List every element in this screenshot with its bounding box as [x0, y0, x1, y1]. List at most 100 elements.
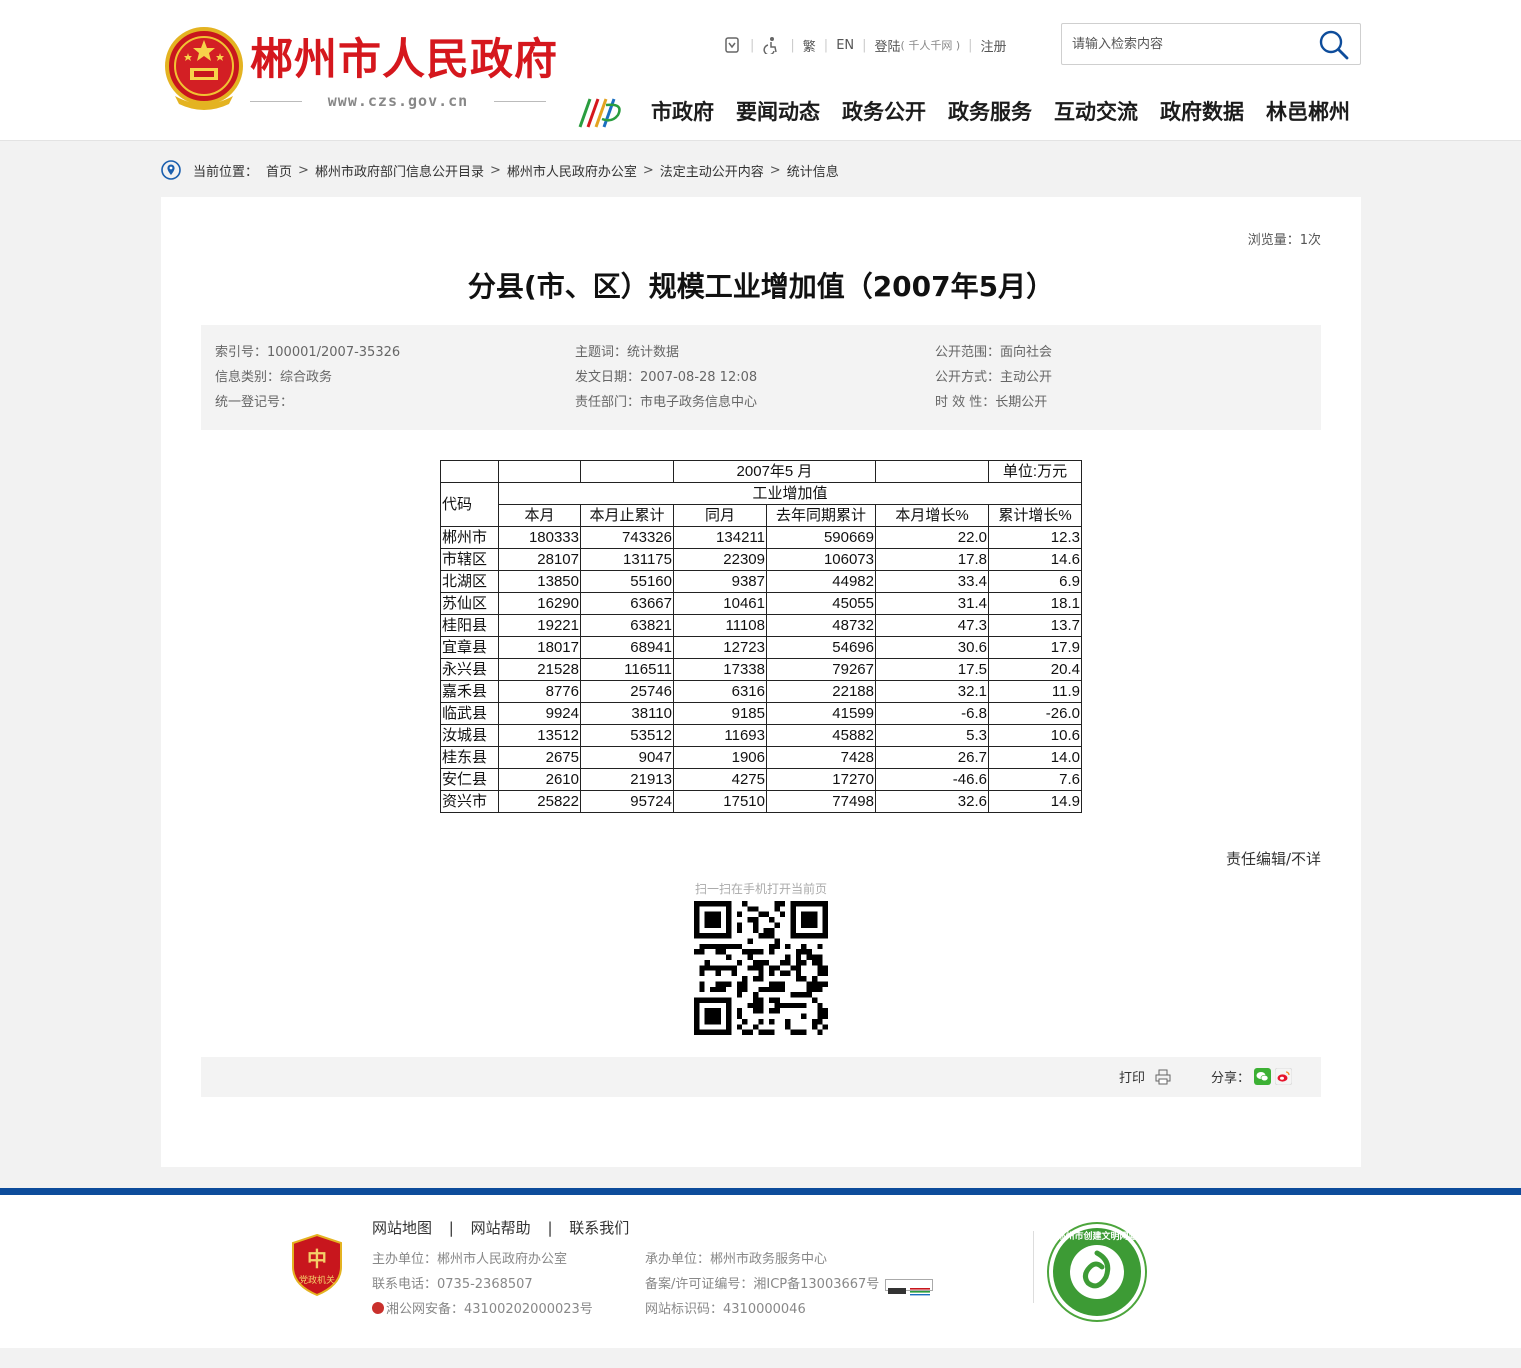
row-value: -46.6 [875, 768, 989, 791]
row-value: 743326 [580, 526, 674, 549]
row-value: 13850 [498, 570, 581, 593]
row-value: 13.7 [988, 614, 1082, 637]
code-header: 代码 [440, 482, 499, 527]
row-value: 16290 [498, 592, 581, 615]
row-value: 9047 [580, 746, 674, 769]
row-value: 8776 [498, 680, 581, 703]
unit-cell: 单位:万元 [988, 460, 1082, 483]
svg-text:中: 中 [307, 1247, 327, 1271]
row-value: 41599 [766, 702, 876, 725]
row-value: 26.7 [875, 746, 989, 769]
weibo-icon[interactable] [1275, 1068, 1293, 1085]
table-row: 永兴县 21528 116511 17338 79267 17.5 20.4 [440, 658, 1082, 681]
meta-dept: 责任部门：市电子政务信息中心 [575, 395, 758, 410]
contact-link[interactable]: 联系我们 [569, 1219, 629, 1237]
row-label: 汝城县 [440, 724, 499, 747]
row-value: 30.6 [875, 636, 989, 659]
site-header: 郴州市人民政府 www.czs.gov.cn | | 繁 | EN | 登陆 (… [0, 0, 1521, 141]
row-value: 45055 [766, 592, 876, 615]
register-link[interactable]: 注册 [981, 36, 1007, 55]
wechat-icon[interactable] [1254, 1068, 1272, 1085]
breadcrumb-catalog[interactable]: 郴州市政府部门信息公开目录 [315, 161, 484, 180]
column-header: 去年同期累计 [766, 504, 876, 527]
nav-item-interaction[interactable]: 互动交流 [1043, 96, 1149, 128]
meta-category: 信息类别：综合政务 [215, 370, 333, 385]
traditional-chinese-link[interactable]: 繁 [803, 36, 816, 55]
civilized-website-badge[interactable]: 郴州市创建文明网站 [1046, 1221, 1148, 1323]
sitemap-link[interactable]: 网站地图 [372, 1219, 432, 1237]
accessibility-icon[interactable] [762, 35, 782, 55]
national-emblem-logo[interactable] [163, 26, 245, 112]
row-value: -26.0 [988, 702, 1082, 725]
row-value: 9387 [673, 570, 767, 593]
table-row: 苏仙区 16290 63667 10461 45055 31.4 18.1 [440, 592, 1082, 615]
print-label: 打印 [1119, 1071, 1146, 1086]
scan-hint: 扫一扫在手机打开当前页 [694, 882, 827, 896]
breadcrumb: 当前位置： 首页 > 郴州市政府部门信息公开目录 > 郴州市人民政府办公室 > … [161, 158, 839, 182]
footer-links: 网站地图 | 网站帮助 | 联系我们 [372, 1219, 630, 1237]
table-row: 宜章县 18017 68941 12723 54696 30.6 17.9 [440, 636, 1082, 659]
nav-item-open-data[interactable]: 政府数据 [1149, 96, 1255, 128]
row-value: 21913 [580, 768, 674, 791]
row-value: 6.9 [988, 570, 1082, 593]
row-value: 12.3 [988, 526, 1082, 549]
main-nav: 市政府 要闻动态 政务公开 政务服务 互动交流 政府数据 林邑郴州 [640, 96, 1361, 128]
host-unit: 主办单位：郴州市人民政府办公室 [372, 1252, 568, 1267]
row-value: 11.9 [988, 680, 1082, 703]
meta-scope: 公开范围：面向社会 [935, 345, 1053, 360]
row-value: 13512 [498, 724, 581, 747]
row-label: 嘉禾县 [440, 680, 499, 703]
footer-col-left: 主办单位：郴州市人民政府办公室 联系电话：0735-2368507 湘公网安备：… [372, 1247, 593, 1322]
row-value: 28107 [498, 548, 581, 571]
row-value: 25822 [498, 790, 581, 813]
party-government-badge[interactable]: 中 党政机关 [289, 1233, 345, 1297]
nav-item-public-affairs[interactable]: 政务公开 [831, 96, 937, 128]
row-label: 郴州市 [440, 526, 499, 549]
breadcrumb-content[interactable]: 法定主动公开内容 [660, 161, 764, 180]
print-button[interactable]: 打印 [1119, 1067, 1171, 1086]
search-input[interactable] [1072, 33, 1312, 55]
period-cell: 2007年5 月 [673, 460, 876, 483]
help-link[interactable]: 网站帮助 [471, 1219, 531, 1237]
row-value: 180333 [498, 526, 581, 549]
row-label: 宜章县 [440, 636, 499, 659]
login-link[interactable]: 登陆 [875, 36, 901, 55]
police-record-link[interactable]: 湘公网安备：43100202000023号 [386, 1302, 593, 1317]
top-links: | | 繁 | EN | 登陆 ( 千人千网 ) | 注册 [722, 33, 1007, 57]
nav-item-news[interactable]: 要闻动态 [725, 96, 831, 128]
row-value: 17.8 [875, 548, 989, 571]
elder-mode-icon[interactable] [722, 35, 742, 55]
row-value: 14.9 [988, 790, 1082, 813]
site-title[interactable]: 郴州市人民政府 [250, 34, 558, 86]
english-link[interactable]: EN [836, 38, 854, 53]
meta-index-no: 索引号：100001/2007-35326 [215, 345, 401, 360]
row-value: 12723 [673, 636, 767, 659]
share-group: 分享： [1211, 1067, 1293, 1086]
row-label: 永兴县 [440, 658, 499, 681]
row-value: 17338 [673, 658, 767, 681]
breadcrumb-statistics[interactable]: 统计信息 [787, 161, 839, 180]
nav-item-services[interactable]: 政务服务 [937, 96, 1043, 128]
row-value: -6.8 [875, 702, 989, 725]
row-value: 32.6 [875, 790, 989, 813]
breadcrumb-office[interactable]: 郴州市人民政府办公室 [507, 161, 637, 180]
nav-item-government[interactable]: 市政府 [640, 96, 725, 128]
table-row: 郴州市 180333 743326 134211 590669 22.0 12.3 [440, 526, 1082, 549]
table-row: 桂阳县 19221 63821 11108 48732 47.3 13.7 [440, 614, 1082, 637]
contact-phone: 联系电话：0735-2368507 [372, 1277, 533, 1292]
site-domain: www.czs.gov.cn [250, 90, 546, 112]
search-button[interactable] [1318, 29, 1350, 61]
meta-method: 公开方式：主动公开 [935, 370, 1053, 385]
row-value: 68941 [580, 636, 674, 659]
icp-badge-icon[interactable] [885, 1278, 934, 1295]
icp-record-link[interactable]: 备案/许可证编号：湘ICP备13003667号 [645, 1277, 879, 1292]
breadcrumb-home[interactable]: 首页 [266, 161, 292, 180]
meta-theme: 主题词：统计数据 [575, 345, 680, 360]
city-logo-icon [578, 98, 621, 128]
printer-icon [1155, 1069, 1171, 1084]
row-value: 7428 [766, 746, 876, 769]
row-value: 22.0 [875, 526, 989, 549]
nav-item-about-city[interactable]: 林邑郴州 [1255, 96, 1361, 128]
row-value: 18.1 [988, 592, 1082, 615]
row-value: 22188 [766, 680, 876, 703]
